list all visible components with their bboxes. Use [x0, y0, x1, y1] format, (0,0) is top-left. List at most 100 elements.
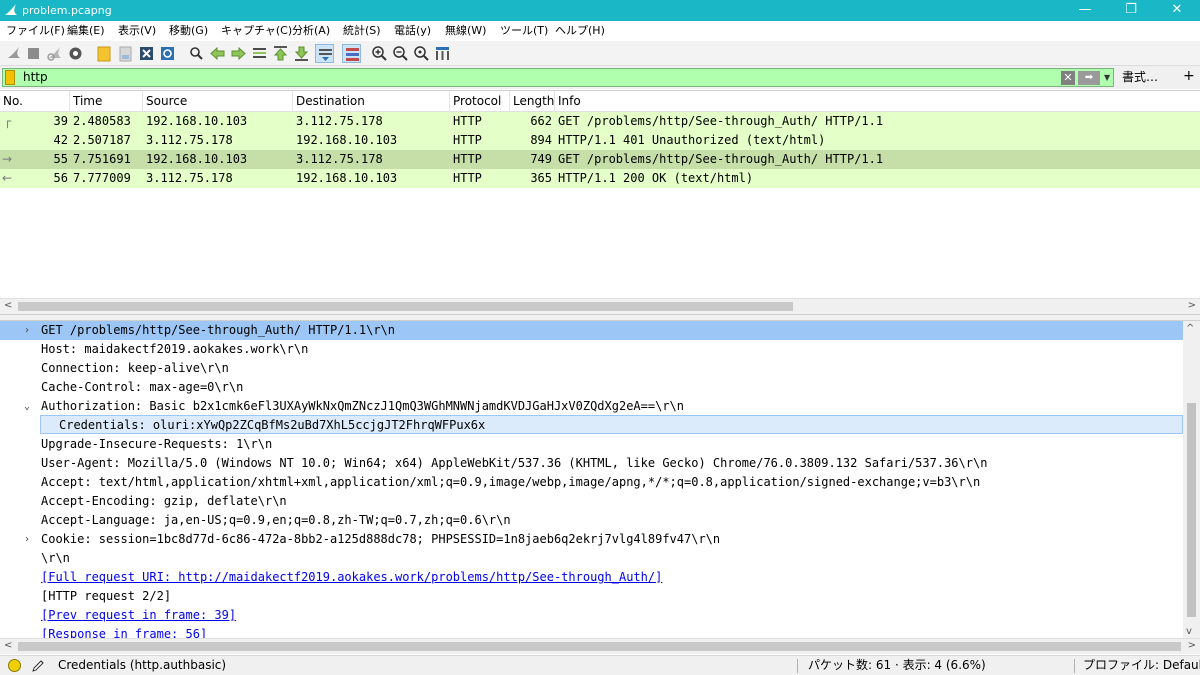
detail-header-accept[interactable]: Accept: text/html,application/xhtml+xml,… [0, 473, 1183, 492]
menu-analyze[interactable]: 分析(A) [292, 24, 330, 38]
detail-header-connection[interactable]: Connection: keep-alive\r\n [0, 359, 1183, 378]
column-header-protocol[interactable]: Protocol [450, 91, 510, 112]
scroll-left-icon[interactable]: < [4, 640, 12, 651]
detail-header-user-agent[interactable]: User-Agent: Mozilla/5.0 (Windows NT 10.0… [0, 454, 1183, 473]
column-header-destination[interactable]: Destination [293, 91, 450, 112]
scroll-down-icon[interactable]: v [1186, 626, 1192, 637]
menu-go[interactable]: 移動(G) [169, 24, 208, 38]
filter-text[interactable]: http [23, 70, 48, 85]
go-last-packet-icon[interactable] [292, 44, 311, 63]
prev-request-link[interactable]: [Prev request in frame: 39] [41, 606, 236, 625]
go-forward-icon[interactable] [229, 44, 248, 63]
packet-list: No. Time Source Destination Protocol Len… [0, 90, 1200, 315]
detail-credentials[interactable]: Credentials: oluri:xYwQp2ZCqBfMs2uBd7XhL… [40, 415, 1183, 434]
packet-row[interactable]: ┌ 39 2.480583 192.168.10.103 3.112.75.17… [0, 112, 1200, 131]
menu-edit[interactable]: 編集(E) [67, 24, 105, 38]
column-header-info[interactable]: Info [555, 91, 1200, 112]
open-file-icon[interactable] [95, 44, 114, 63]
packet-row[interactable]: 42 2.507187 3.112.75.178 192.168.10.103 … [0, 131, 1200, 150]
close-file-icon[interactable] [137, 44, 156, 63]
detail-text: Host: maidakectf2019.aokakes.work\r\n [41, 342, 309, 356]
detail-header-cache-control[interactable]: Cache-Control: max-age=0\r\n [0, 378, 1183, 397]
save-file-icon[interactable] [116, 44, 135, 63]
column-header-time[interactable]: Time [70, 91, 143, 112]
filter-history-dropdown-icon[interactable]: ▼ [1104, 71, 1114, 85]
menu-capture[interactable]: キャプチャ(C) [221, 24, 292, 38]
menu-view[interactable]: 表示(V) [118, 24, 156, 38]
packet-time: 2.507187 [73, 133, 131, 147]
maximize-button[interactable]: ❐ [1108, 0, 1154, 21]
menu-telephony[interactable]: 電話(y) [394, 24, 431, 38]
colorize-packets-icon[interactable] [342, 44, 361, 63]
detail-full-request-uri[interactable]: [Full request URI: http://maidakectf2019… [0, 568, 1183, 587]
menu-tools[interactable]: ツール(T) [500, 24, 548, 38]
go-first-packet-icon[interactable] [271, 44, 290, 63]
detail-http-request-count[interactable]: [HTTP request 2/2] [0, 587, 1183, 606]
detail-header-cookie[interactable]: › Cookie: session=1bc8d77d-6c86-472a-8bb… [0, 530, 1183, 549]
detail-header-accept-encoding[interactable]: Accept-Encoding: gzip, deflate\r\n [0, 492, 1183, 511]
go-back-icon[interactable] [208, 44, 227, 63]
response-frame-link[interactable]: [Response in frame: 56] [41, 625, 207, 638]
column-header-length[interactable]: Length [510, 91, 555, 112]
scroll-right-icon[interactable]: > [1188, 300, 1196, 311]
scroll-up-icon[interactable]: ^ [1186, 323, 1194, 334]
stop-capture-icon[interactable] [24, 44, 43, 63]
expert-info-icon[interactable] [8, 659, 21, 672]
menu-wireless[interactable]: 無線(W) [445, 24, 486, 38]
detail-response-frame[interactable]: [Response in frame: 56] [0, 625, 1183, 638]
filter-expression-button[interactable]: 書式… [1122, 70, 1158, 85]
column-header-source[interactable]: Source [143, 91, 293, 112]
clear-filter-icon[interactable]: ✕ [1061, 71, 1075, 85]
add-filter-button-icon[interactable]: + [1183, 68, 1195, 84]
details-vscrollbar[interactable]: ^ v [1183, 321, 1200, 638]
zoom-in-icon[interactable] [370, 44, 389, 63]
collapse-icon[interactable]: ⌄ [24, 397, 34, 416]
menu-file[interactable]: ファイル(F) [6, 24, 65, 38]
capture-comment-icon[interactable] [31, 658, 46, 673]
packet-protocol: HTTP [453, 133, 482, 147]
menu-statistics[interactable]: 統計(S) [343, 24, 381, 38]
zoom-normal-icon[interactable] [412, 44, 431, 63]
packet-length: 662 [530, 114, 552, 128]
resize-columns-icon[interactable] [433, 44, 452, 63]
packet-row-selected[interactable]: → 55 7.751691 192.168.10.103 3.112.75.17… [0, 150, 1200, 169]
detail-header-accept-language[interactable]: Accept-Language: ja,en-US;q=0.9,en;q=0.8… [0, 511, 1183, 530]
close-button[interactable]: ✕ [1154, 0, 1200, 21]
scroll-right-icon[interactable]: > [1188, 640, 1196, 651]
scroll-thumb[interactable] [18, 302, 793, 311]
restart-capture-icon[interactable] [45, 44, 64, 63]
go-to-packet-icon[interactable] [250, 44, 269, 63]
detail-request-line[interactable]: › GET /problems/http/See-through_Auth/ H… [0, 321, 1183, 340]
column-header-no[interactable]: No. [0, 91, 70, 112]
auto-scroll-icon[interactable] [315, 44, 334, 63]
scroll-left-icon[interactable]: < [4, 300, 12, 311]
status-bar: Credentials (http.authbasic) パケット数: 61 ·… [0, 655, 1200, 675]
find-packet-icon[interactable] [187, 44, 206, 63]
packet-row[interactable]: ← 56 7.777009 3.112.75.178 192.168.10.10… [0, 169, 1200, 188]
filter-bookmark-icon[interactable] [5, 70, 15, 85]
apply-filter-icon[interactable]: ➡ [1078, 71, 1100, 85]
status-selected-field: Credentials (http.authbasic) [58, 658, 227, 672]
scroll-thumb[interactable] [1187, 403, 1196, 617]
details-hscrollbar[interactable]: < > [0, 638, 1200, 654]
reload-file-icon[interactable] [158, 44, 177, 63]
minimize-button[interactable]: — [1062, 0, 1108, 21]
zoom-out-icon[interactable] [391, 44, 410, 63]
packet-protocol: HTTP [453, 114, 482, 128]
detail-header-authorization[interactable]: ⌄ Authorization: Basic b2x1cmk6eFl3UXAyW… [0, 397, 1183, 416]
status-profile[interactable]: プロファイル: Default [1083, 656, 1200, 675]
scroll-thumb[interactable] [18, 642, 1181, 651]
expand-icon[interactable]: › [24, 530, 34, 549]
full-request-uri-link[interactable]: [Full request URI: http://maidakectf2019… [41, 568, 662, 587]
detail-prev-request[interactable]: [Prev request in frame: 39] [0, 606, 1183, 625]
menu-help[interactable]: ヘルプ(H) [555, 24, 605, 38]
expand-icon[interactable]: › [24, 321, 34, 340]
detail-text: \r\n [41, 551, 70, 565]
capture-options-icon[interactable] [66, 44, 85, 63]
start-capture-icon[interactable] [4, 44, 23, 63]
detail-header-upgrade-insecure[interactable]: Upgrade-Insecure-Requests: 1\r\n [0, 435, 1183, 454]
packet-list-hscrollbar[interactable]: < > [0, 298, 1200, 314]
detail-blank-line[interactable]: \r\n [0, 549, 1183, 568]
display-filter-input[interactable]: http ✕ ➡ ▼ [2, 68, 1114, 87]
detail-header-host[interactable]: Host: maidakectf2019.aokakes.work\r\n [0, 340, 1183, 359]
